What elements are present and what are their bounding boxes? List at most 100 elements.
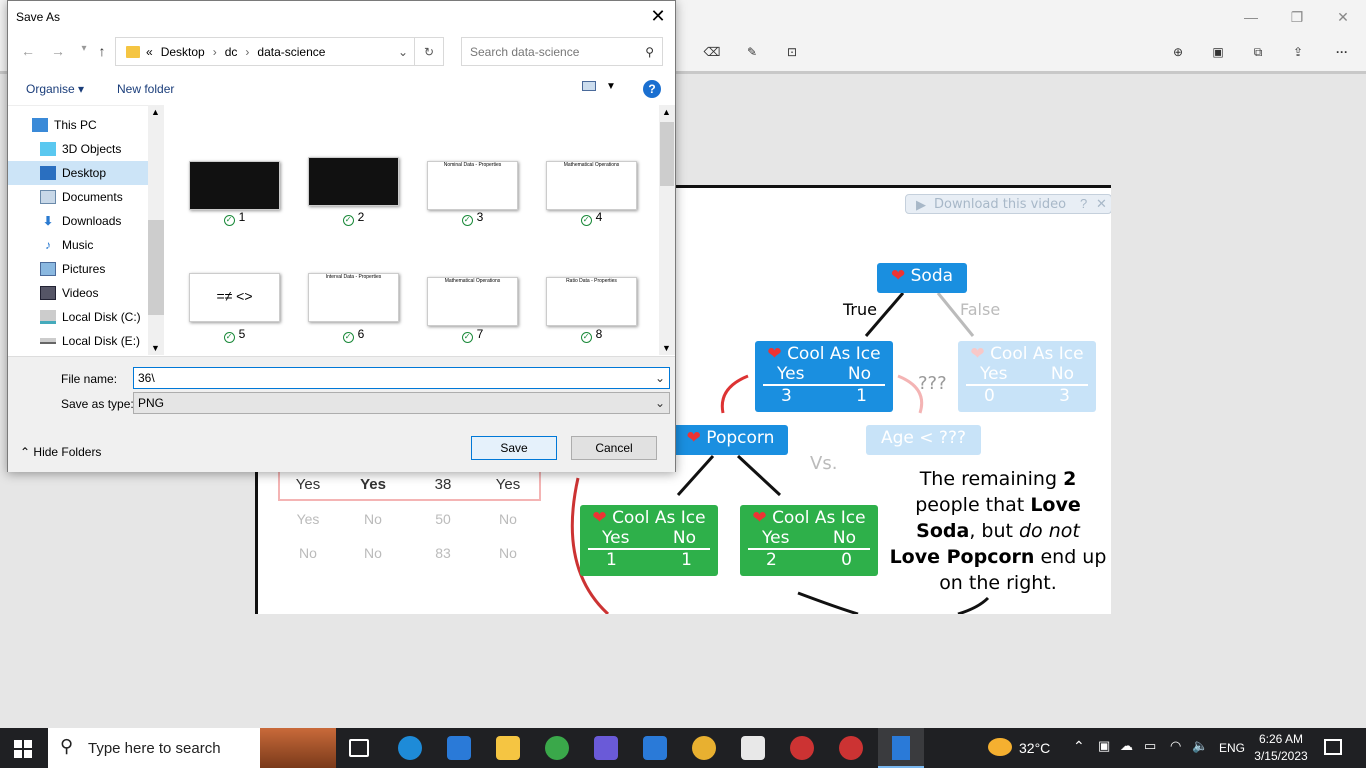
save-icon[interactable]: ▣	[1206, 40, 1230, 64]
nav-local-disk-c[interactable]: Local Disk (C:)	[8, 305, 148, 329]
chevron-down-icon[interactable]: ⌄	[398, 45, 408, 59]
crop-icon[interactable]: ⊡	[780, 40, 804, 64]
nav-downloads[interactable]: ⬇ Downloads	[8, 209, 148, 233]
battery-icon[interactable]: ▭	[1144, 738, 1156, 754]
view-icon[interactable]	[582, 81, 596, 91]
notification-icon[interactable]	[1324, 739, 1342, 755]
maximize-button[interactable]: ❐	[1274, 4, 1320, 30]
chrome-icon[interactable]	[692, 736, 716, 760]
more-icon[interactable]: ···	[1330, 40, 1354, 64]
file-item-label[interactable]: ✓ 2	[308, 210, 399, 226]
view-dropdown-icon[interactable]: ▼	[606, 81, 616, 92]
file-list-scrollbar[interactable]: ▲ ▼	[659, 105, 675, 355]
edge-icon[interactable]	[398, 736, 422, 760]
file-item-label[interactable]: ✓ 7	[427, 327, 518, 343]
close-window-button[interactable]: ✕	[1320, 4, 1366, 30]
nav-3d-objects[interactable]: 3D Objects	[8, 137, 148, 161]
search-placeholder: Search data-science	[470, 44, 580, 59]
scroll-thumb[interactable]	[660, 122, 674, 186]
address-bar[interactable]: « Desktop › dc › data-science ⌄	[115, 37, 415, 66]
save-button[interactable]: Save	[471, 436, 557, 460]
scroll-up-icon[interactable]: ▲	[151, 107, 160, 117]
breadcrumb-data-science[interactable]: data-science	[257, 45, 325, 59]
nav-documents[interactable]: Documents	[8, 185, 148, 209]
forward-arrow-icon[interactable]: →	[48, 43, 68, 61]
file-thumbnail[interactable]: Mathematical Operations	[427, 277, 518, 326]
erase-icon[interactable]: ⌫	[700, 40, 724, 64]
no-label: No	[672, 528, 696, 548]
nav-videos[interactable]: Videos	[8, 281, 148, 305]
chevron-down-icon[interactable]: ⌄	[655, 371, 665, 385]
copilot-icon[interactable]	[594, 736, 618, 760]
breadcrumb-desktop[interactable]: Desktop	[161, 45, 205, 59]
scroll-down-icon[interactable]: ▼	[662, 343, 671, 353]
file-thumbnail[interactable]: Nominal Data - Properties	[427, 161, 518, 210]
file-name-field[interactable]: 36\ ⌄	[133, 367, 670, 389]
help-icon[interactable]: ?	[643, 80, 661, 98]
file-thumbnail[interactable]: Ratio Data - Properties	[546, 277, 637, 326]
store-icon[interactable]	[741, 736, 765, 760]
minimize-button[interactable]: —	[1228, 4, 1274, 30]
file-thumbnail[interactable]: =≠ <>	[189, 273, 280, 322]
volume-icon[interactable]: 🔈	[1192, 738, 1208, 754]
scroll-up-icon[interactable]: ▲	[662, 107, 671, 117]
organise-button[interactable]: Organise ▾	[26, 82, 84, 96]
active-app-tab[interactable]	[878, 728, 924, 768]
file-item-label[interactable]: ✓ 8	[546, 327, 637, 343]
file-item-label[interactable]: ✓ 3	[427, 210, 518, 226]
vscode-icon[interactable]	[447, 736, 471, 760]
taskbar-search-input[interactable]: ⚲ Type here to search	[48, 728, 336, 768]
windows-start-icon[interactable]	[14, 740, 32, 758]
nav-music[interactable]: ♪ Music	[8, 233, 148, 257]
file-name: 3	[476, 210, 484, 224]
ruler-icon[interactable]: ✎	[740, 40, 764, 64]
copy-icon[interactable]: ⧉	[1246, 40, 1270, 64]
app-icon[interactable]	[790, 736, 814, 760]
breadcrumb-dc[interactable]: dc	[225, 45, 238, 59]
file-thumbnail[interactable]	[189, 161, 280, 210]
clock-date[interactable]: 3/15/2023	[1250, 749, 1312, 763]
file-thumbnail[interactable]: Mathematical Operations	[546, 161, 637, 210]
refresh-icon[interactable]: ↻	[415, 37, 444, 66]
up-arrow-icon[interactable]: ↑	[92, 43, 112, 61]
nav-desktop[interactable]: Desktop	[8, 161, 148, 185]
language-indicator[interactable]: ENG	[1219, 741, 1245, 755]
scroll-thumb[interactable]	[148, 220, 164, 315]
file-item-label[interactable]: ✓ 5	[189, 327, 280, 343]
temperature[interactable]: 32°C	[1019, 740, 1050, 756]
wifi-icon[interactable]: ◠	[1170, 738, 1181, 754]
file-thumbnail[interactable]: Interval Data - Properties	[308, 273, 399, 322]
chevron-down-icon[interactable]: ⌄	[655, 396, 665, 410]
search-input[interactable]: Search data-science ⚲	[461, 37, 663, 66]
file-explorer-icon[interactable]	[496, 736, 520, 760]
file-item-label[interactable]: ✓ 4	[546, 210, 637, 226]
nav-scrollbar[interactable]: ▲ ▼	[148, 105, 164, 355]
chevron-up-icon[interactable]: ⌃	[1073, 738, 1085, 755]
nav-pictures[interactable]: Pictures	[8, 257, 148, 281]
scroll-down-icon[interactable]: ▼	[151, 343, 160, 353]
file-item-label[interactable]: ✓ 6	[308, 327, 399, 343]
sync-ok-icon: ✓	[580, 332, 592, 343]
back-arrow-icon[interactable]: ←	[18, 43, 38, 61]
hide-folders-button[interactable]: ⌃ Hide Folders	[20, 445, 101, 459]
recent-dropdown-icon[interactable]: ▾	[74, 43, 94, 61]
breadcrumb-overflow[interactable]: «	[146, 45, 153, 59]
file-item-label[interactable]: ✓ 1	[189, 210, 280, 226]
new-folder-button[interactable]: New folder	[117, 82, 174, 96]
clock-time[interactable]: 6:26 AM	[1250, 732, 1312, 746]
chrome-profile-icon[interactable]	[545, 736, 569, 760]
file-thumbnail[interactable]	[308, 157, 399, 206]
nav-local-disk-e[interactable]: Local Disk (E:)	[8, 329, 148, 353]
save-type-select[interactable]: PNG ⌄	[133, 392, 670, 414]
cancel-button[interactable]: Cancel	[571, 436, 657, 460]
weather-icon[interactable]	[988, 738, 1012, 756]
meet-icon[interactable]: ▣	[1098, 738, 1110, 754]
chrome-profile-icon-2[interactable]	[839, 736, 863, 760]
zoom-in-icon[interactable]: ⊕	[1166, 40, 1190, 64]
close-icon[interactable]: ✕	[647, 5, 669, 27]
share-icon[interactable]: ⇪	[1286, 40, 1310, 64]
cloud-icon[interactable]: ☁	[1120, 738, 1133, 754]
nav-this-pc[interactable]: This PC	[8, 113, 148, 137]
mail-icon[interactable]	[643, 736, 667, 760]
task-view-icon[interactable]	[349, 739, 369, 757]
